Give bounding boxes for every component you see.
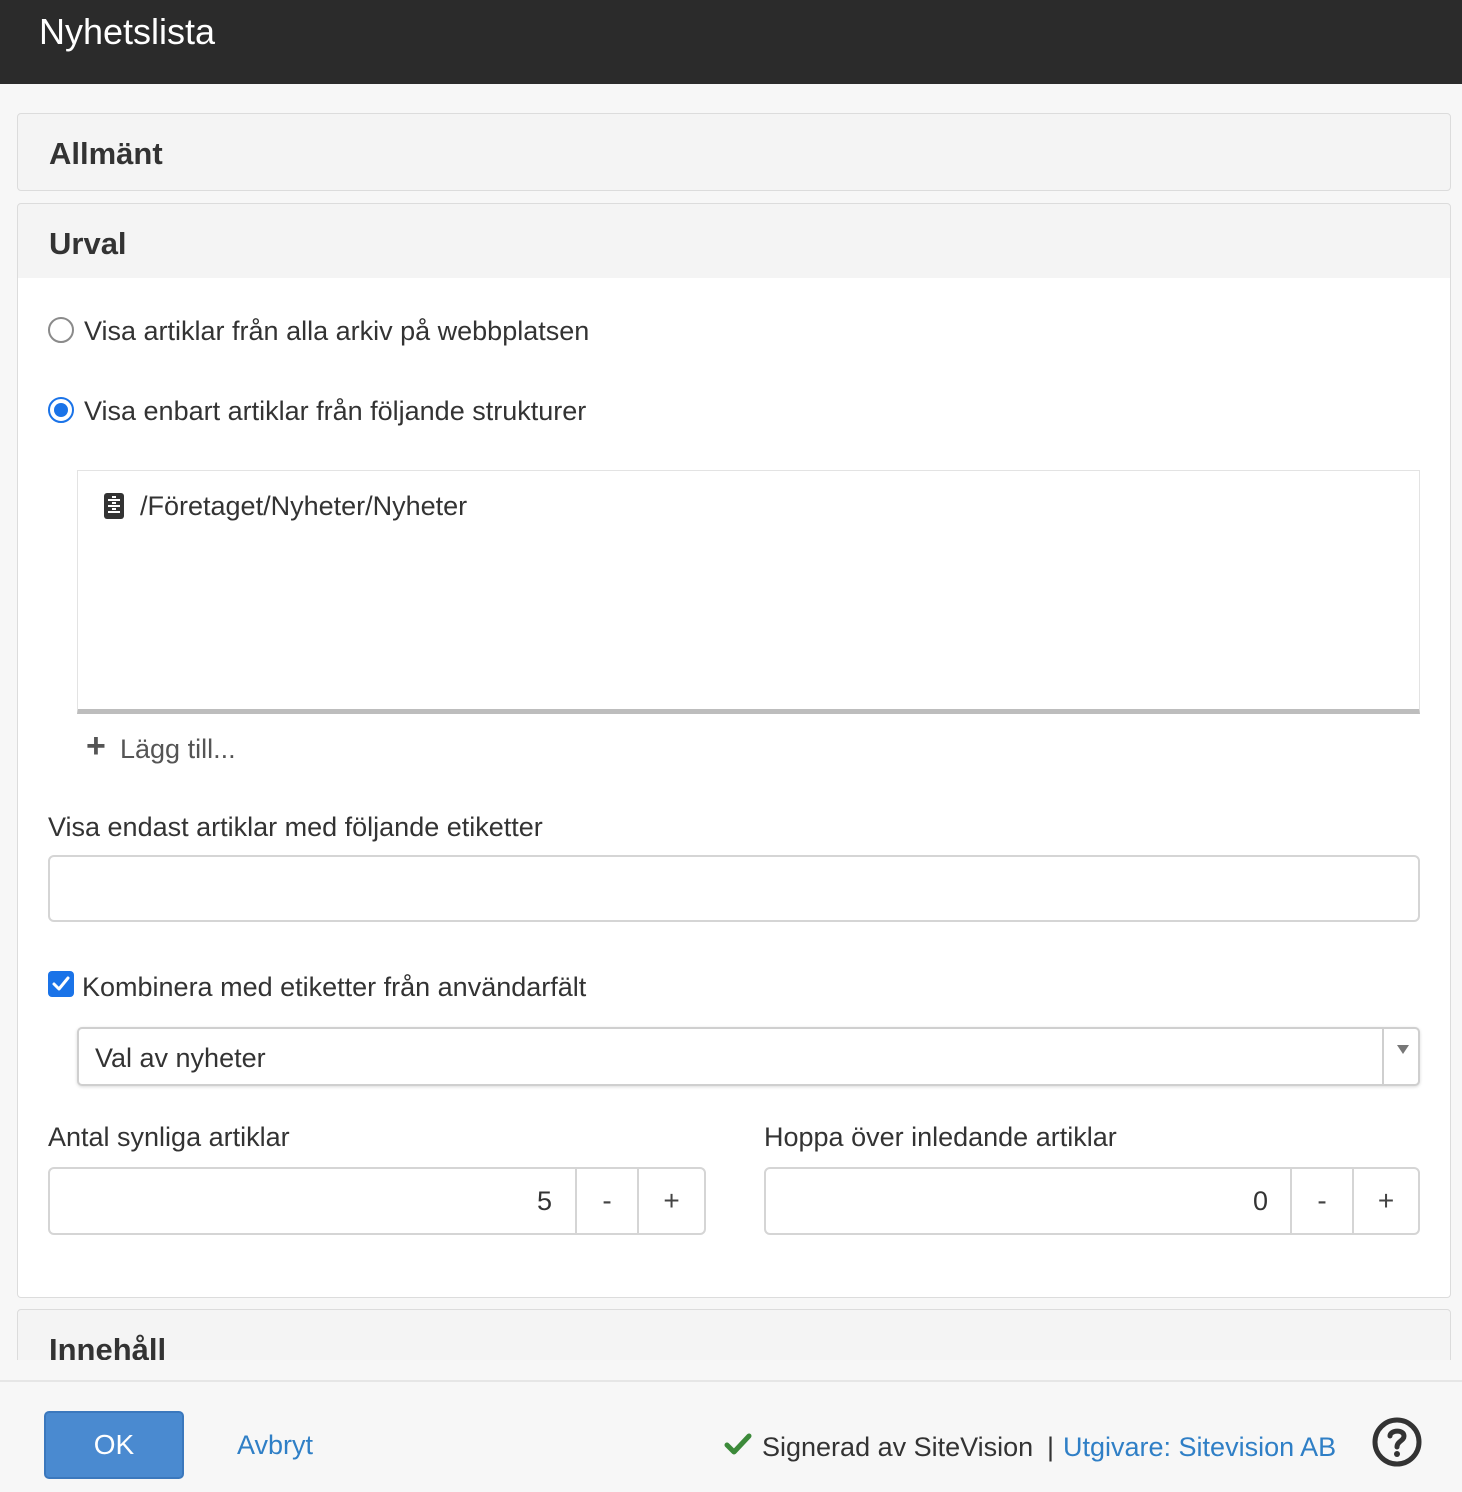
signed-text: Signerad av SiteVision	[762, 1432, 1034, 1462]
add-structure-label[interactable]: Lägg till...	[120, 732, 236, 766]
publisher-link[interactable]: Utgivare: Sitevision AB	[1063, 1430, 1336, 1464]
radio-all-archives-label[interactable]: Visa artiklar från alla arkiv på webbpla…	[84, 314, 589, 348]
tags-input[interactable]	[48, 855, 1420, 922]
panel-title-selection: Urval	[49, 226, 127, 261]
ok-button[interactable]: OK	[44, 1411, 184, 1479]
user-field-select-value: Val av nyheter	[95, 1043, 266, 1073]
archive-icon	[104, 493, 124, 519]
panel-header-selection[interactable]: Urval	[17, 203, 1451, 281]
panel-title-general: Allmänt	[49, 136, 163, 171]
chevron-down-icon[interactable]	[1397, 1045, 1409, 1054]
visible-count-label: Antal synliga artiklar	[48, 1122, 290, 1152]
visible-count-increment[interactable]: +	[637, 1169, 704, 1233]
visible-count-value[interactable]: 5	[50, 1184, 552, 1218]
tags-label: Visa endast artiklar med följande etiket…	[48, 812, 543, 842]
skip-count-increment[interactable]: +	[1352, 1169, 1418, 1233]
settings-scroll-area[interactable]: Allmänt Urval Visa artiklar från alla ar…	[0, 84, 1462, 1360]
radio-all-archives-control[interactable]	[48, 317, 74, 343]
radio-selected-structures-control[interactable]	[48, 397, 74, 423]
combine-checkbox[interactable]	[48, 971, 74, 997]
select-divider	[1382, 1029, 1384, 1084]
window-titlebar: Nyhetslista	[0, 0, 1462, 84]
panel-header-general[interactable]: Allmänt	[17, 113, 1451, 191]
window-title: Nyhetslista	[39, 11, 216, 52]
radio-selected-structures-label[interactable]: Visa enbart artiklar från följande struk…	[84, 394, 586, 428]
dialog-footer: OK Avbryt Signerad av SiteVision | Utgiv…	[0, 1380, 1462, 1492]
checkmark-icon	[52, 976, 70, 991]
checkmark-icon	[724, 1433, 752, 1455]
combine-label[interactable]: Kombinera med etiketter från användarfäl…	[82, 970, 586, 1004]
visible-count-stepper[interactable]: 5 - +	[48, 1167, 706, 1235]
skip-count-decrement[interactable]: -	[1290, 1169, 1352, 1233]
user-field-select[interactable]: Val av nyheter	[77, 1027, 1420, 1086]
structure-list[interactable]: /Företaget/Nyheter/Nyheter	[77, 470, 1420, 714]
panel-title-content: Innehåll	[49, 1332, 167, 1360]
skip-count-stepper[interactable]: 0 - +	[764, 1167, 1420, 1235]
skip-count-value[interactable]: 0	[766, 1184, 1268, 1218]
plus-icon: +	[86, 727, 106, 765]
panel-header-content[interactable]: Innehåll	[17, 1309, 1451, 1360]
visible-count-decrement[interactable]: -	[575, 1169, 637, 1233]
panel-body-selection: Visa artiklar från alla arkiv på webbpla…	[17, 278, 1451, 1298]
footer-separator: |	[1047, 1432, 1055, 1462]
skip-count-label: Hoppa över inledande artiklar	[764, 1122, 1117, 1152]
cancel-link[interactable]: Avbryt	[237, 1428, 313, 1462]
structure-path: /Företaget/Nyheter/Nyheter	[140, 491, 468, 521]
help-icon[interactable]	[1371, 1416, 1423, 1468]
